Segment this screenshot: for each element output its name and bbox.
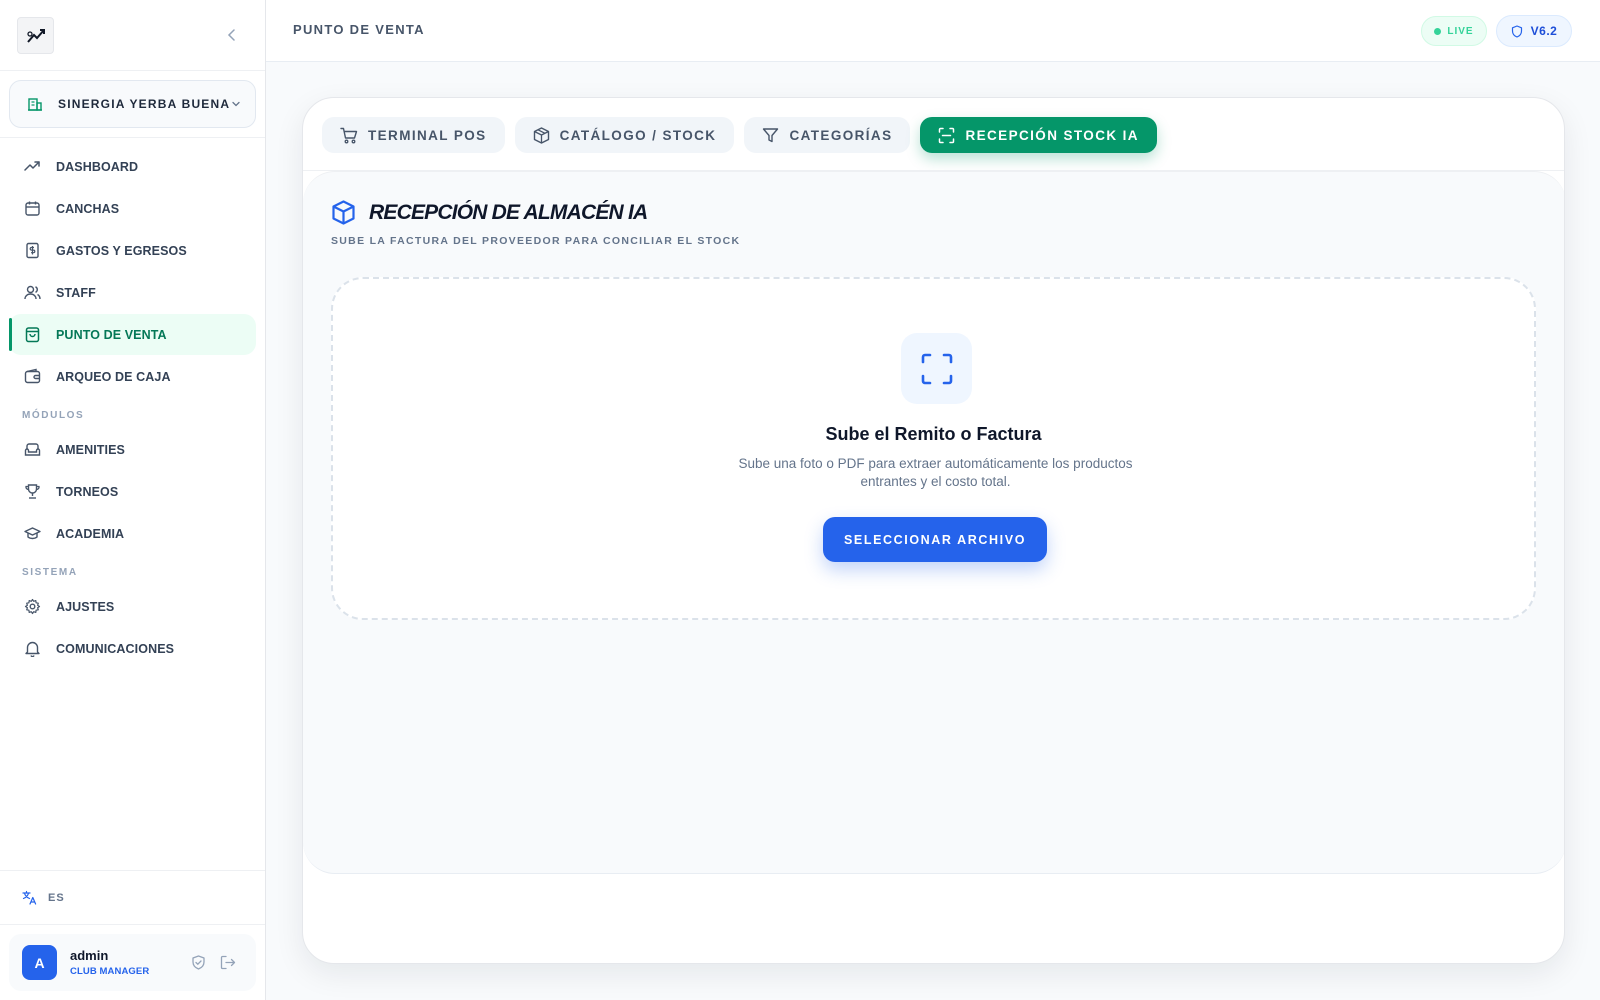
sidebar-header (0, 0, 265, 71)
sidebar-item-torneos[interactable]: TORNEOS (9, 471, 256, 512)
chevron-left-icon (227, 29, 235, 41)
tab-terminal-pos[interactable]: TERMINAL POS (322, 117, 505, 153)
club-selector[interactable]: SINERGIA YERBA BUENA (9, 80, 256, 128)
shield-check-icon (192, 955, 205, 970)
version-badge: V6.2 (1496, 15, 1572, 47)
trophy-icon (25, 484, 40, 499)
logout-button[interactable] (220, 955, 236, 970)
sidebar-item-label: AMENITIES (56, 442, 125, 457)
reception-panel: RECEPCIÓN DE ALMACÉN IA SUBE LA FACTURA … (303, 171, 1564, 874)
panel-subtitle: SUBE LA FACTURA DEL PROVEEDOR PARA CONCI… (331, 235, 741, 247)
live-badge-label: LIVE (1447, 25, 1474, 37)
users-icon (24, 285, 41, 300)
wallet-icon (24, 368, 41, 384)
logout-icon (220, 955, 236, 970)
sidebar-nav: DASHBOARD CANCHAS GASTOS Y EGRESOS STAFF… (0, 138, 265, 669)
sofa-icon (24, 443, 41, 456)
sidebar-item-label: AJUSTES (56, 599, 115, 614)
sidebar-item-dashboard[interactable]: DASHBOARD (9, 146, 256, 187)
sidebar-item-label: CANCHAS (56, 201, 120, 216)
tab-recepcion-stock-ia[interactable]: RECEPCIÓN STOCK IA (920, 117, 1157, 153)
logo-mark-icon (26, 28, 45, 43)
sidebar-item-label: ACADEMIA (56, 526, 125, 541)
filter-icon (763, 127, 779, 142)
receipt-icon (26, 242, 39, 259)
scan-icon (939, 127, 955, 143)
gear-icon (24, 598, 41, 615)
collapse-sidebar-button[interactable] (222, 25, 242, 45)
box-icon (332, 200, 355, 225)
building-icon (28, 98, 42, 111)
sidebar-item-gastos[interactable]: GASTOS Y EGRESOS (9, 230, 256, 271)
file-dropzone[interactable]: Sube el Remito o Factura Sube una foto o… (331, 277, 1536, 620)
sidebar-item-canchas[interactable]: CANCHAS (9, 188, 256, 229)
sidebar-item-arqueo[interactable]: ARQUEO DE CAJA (9, 356, 256, 397)
sidebar-item-comunicaciones[interactable]: COMUNICACIONES (9, 628, 256, 669)
brand-logo[interactable] (17, 17, 54, 54)
upload-icon-tile (901, 333, 972, 404)
version-badge-label: V6.2 (1530, 24, 1558, 38)
graduation-cap-icon (24, 527, 41, 540)
sidebar-item-label: ARQUEO DE CAJA (56, 369, 171, 384)
pos-card: TERMINAL POS CATÁLOGO / STOCK CATEGORÍAS… (302, 97, 1565, 964)
translate-icon (22, 890, 37, 905)
scan-icon (921, 353, 952, 384)
sidebar-item-label: TORNEOS (56, 484, 119, 499)
pos-tabs: TERMINAL POS CATÁLOGO / STOCK CATEGORÍAS… (322, 117, 1157, 153)
shopping-bag-icon (25, 327, 40, 343)
tab-label: RECEPCIÓN STOCK IA (965, 127, 1139, 143)
panel-title: RECEPCIÓN DE ALMACÉN IA (369, 200, 648, 224)
sidebar-item-punto-de-venta[interactable]: PUNTO DE VENTA (9, 314, 256, 355)
tab-categorias[interactable]: CATEGORÍAS (744, 117, 911, 153)
box-icon (533, 126, 549, 144)
tab-label: TERMINAL POS (368, 127, 487, 143)
tab-label: CATEGORÍAS (789, 127, 893, 143)
section-label-modulos: MÓDULOS (22, 410, 85, 421)
language-selector[interactable]: ES (0, 870, 265, 925)
sidebar-item-label: PUNTO DE VENTA (56, 327, 167, 342)
top-bar: PUNTO DE VENTA LIVE V6.2 (266, 0, 1600, 62)
sidebar-item-label: COMUNICACIONES (56, 641, 175, 656)
dropzone-title: Sube el Remito o Factura (825, 424, 1042, 444)
sidebar-item-label: STAFF (56, 285, 96, 300)
sidebar-item-amenities[interactable]: AMENITIES (9, 429, 256, 470)
sidebar-item-staff[interactable]: STAFF (9, 272, 256, 313)
tab-catalogo-stock[interactable]: CATÁLOGO / STOCK (514, 117, 735, 153)
select-file-button[interactable]: SELECCIONAR ARCHIVO (823, 517, 1047, 562)
user-role: CLUB MANAGER (70, 966, 150, 977)
user-name: admin (70, 948, 109, 963)
chevron-down-icon (232, 101, 240, 107)
sidebar-item-ajustes[interactable]: AJUSTES (9, 586, 256, 627)
sidebar-item-label: DASHBOARD (56, 159, 139, 174)
language-code: ES (48, 891, 65, 904)
live-dot-icon (1434, 27, 1442, 35)
security-button[interactable] (191, 955, 206, 970)
trending-up-icon (24, 161, 40, 171)
calendar-icon (25, 201, 40, 216)
shield-icon (1511, 24, 1522, 38)
dropzone-description: Sube una foto o PDF para extraer automát… (738, 456, 1133, 489)
page-title: PUNTO DE VENTA (293, 22, 425, 37)
avatar[interactable]: A (22, 945, 57, 980)
section-label-sistema: SISTEMA (22, 567, 78, 578)
bell-icon (25, 641, 40, 657)
live-badge: LIVE (1421, 16, 1487, 46)
cart-icon (340, 127, 358, 143)
tab-label: CATÁLOGO / STOCK (559, 127, 717, 143)
club-name: SINERGIA YERBA BUENA (58, 97, 231, 111)
sidebar-item-academia[interactable]: ACADEMIA (9, 513, 256, 554)
sidebar: SINERGIA YERBA BUENA DASHBOARD CANCHAS G… (0, 0, 266, 1000)
sidebar-item-label: GASTOS Y EGRESOS (56, 243, 187, 258)
user-card: A admin CLUB MANAGER (9, 934, 256, 991)
